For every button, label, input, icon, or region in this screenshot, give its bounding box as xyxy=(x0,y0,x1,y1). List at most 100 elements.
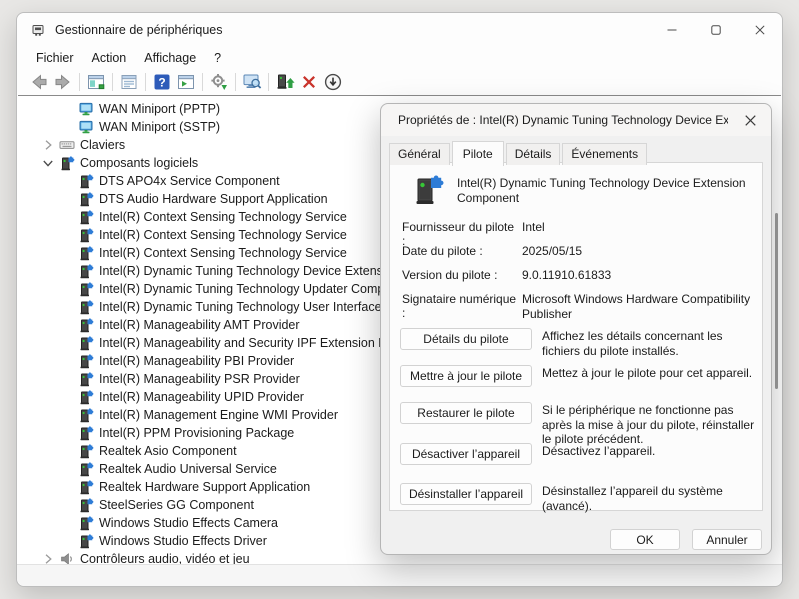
software-component-icon xyxy=(78,227,94,243)
tree-item-label: Contrôleurs audio, vidéo et jeu xyxy=(80,550,250,564)
disable-device-button[interactable]: Désactiver l’appareil xyxy=(400,443,532,465)
toolbar-separator xyxy=(235,73,236,91)
chevron-spacer xyxy=(59,227,75,243)
tree-item-label: Intel(R) Manageability and Security IPF … xyxy=(99,334,425,352)
software-component-icon xyxy=(78,353,94,369)
tree-item-label: Intel(R) Context Sensing Technology Serv… xyxy=(99,226,347,244)
scan-hardware-changes-icon xyxy=(242,72,262,92)
export-list-button[interactable] xyxy=(207,71,231,93)
rollback-driver-button[interactable]: Restaurer le pilote xyxy=(400,402,532,424)
tree-item-label: Realtek Asio Component xyxy=(99,442,237,460)
toolbar-separator xyxy=(202,73,203,91)
field-value: Microsoft Windows Hardware Compatibility… xyxy=(522,292,760,322)
chevron-spacer xyxy=(59,353,75,369)
back-button[interactable] xyxy=(27,71,51,93)
action-description: Affichez les détails concernant les fich… xyxy=(542,329,762,358)
software-component-icon xyxy=(78,479,94,495)
software-component-icon xyxy=(78,533,94,549)
field-label: Date du pilote : xyxy=(402,244,520,258)
tree-item-label: Intel(R) Context Sensing Technology Serv… xyxy=(99,208,347,226)
tree-item-label: Intel(R) Dynamic Tuning Technology Updat… xyxy=(99,280,416,298)
scan-hardware-changes-button[interactable] xyxy=(240,71,264,93)
ok-button[interactable]: OK xyxy=(610,529,680,550)
chevron-spacer xyxy=(59,317,75,333)
tree-item-label: DTS APO4x Service Component xyxy=(99,172,280,190)
tab-pilote[interactable]: Pilote xyxy=(452,141,504,166)
field-value: 9.0.11910.61833 xyxy=(522,268,760,283)
chevron-spacer xyxy=(59,407,75,423)
tab-page: Intel(R) Dynamic Tuning Technology Devic… xyxy=(389,162,763,511)
software-component-icon xyxy=(78,389,94,405)
software-component-icon xyxy=(78,299,94,315)
chevron-spacer xyxy=(59,497,75,513)
menu-item-affichage[interactable]: Affichage xyxy=(135,48,205,69)
chevron-right-icon[interactable] xyxy=(40,551,56,564)
close-button[interactable] xyxy=(738,13,782,47)
tree-scrollbar-thumb[interactable] xyxy=(775,213,778,389)
tab-general[interactable]: Général xyxy=(389,143,450,165)
tree-item-label: Realtek Hardware Support Application xyxy=(99,478,310,496)
chevron-right-icon[interactable] xyxy=(40,137,56,153)
tree-item-label: Intel(R) Manageability UPID Provider xyxy=(99,388,304,406)
tab-details[interactable]: Détails xyxy=(506,143,561,165)
action-description: Mettez à jour le pilote pour cet apparei… xyxy=(542,366,762,381)
tab-evenements[interactable]: Événements xyxy=(562,143,647,165)
action-description: Désinstallez l’appareil du système (avan… xyxy=(542,484,762,513)
software-component-icon xyxy=(78,317,94,333)
forward-button[interactable] xyxy=(51,71,75,93)
tree-item-label: WAN Miniport (PPTP) xyxy=(99,100,220,118)
tree-item-label: SteelSeries GG Component xyxy=(99,496,254,514)
action-description: Désactivez l’appareil. xyxy=(542,444,762,459)
dialog-close-button[interactable] xyxy=(729,104,771,136)
chevron-down-icon[interactable] xyxy=(40,155,56,171)
chevron-spacer xyxy=(59,533,75,549)
dialog-title: Propriétés de : Intel(R) Dynamic Tuning … xyxy=(398,113,728,127)
menu-item-fichier[interactable]: Fichier xyxy=(27,48,83,69)
close-icon xyxy=(754,24,766,36)
tree-item-label: Claviers xyxy=(80,136,125,154)
tree-item-label: DTS Audio Hardware Support Application xyxy=(99,190,328,208)
field-label: Version du pilote : xyxy=(402,268,520,282)
dialog-tabs: GénéralPiloteDétailsÉvénements xyxy=(389,140,649,165)
driver-details-button[interactable]: Détails du pilote xyxy=(400,328,532,350)
menu-item-aide[interactable]: ? xyxy=(205,48,230,69)
tree-item-label: Intel(R) Manageability PSR Provider xyxy=(99,370,300,388)
audio-icon xyxy=(59,551,75,564)
uninstall-device-button[interactable] xyxy=(297,71,321,93)
chevron-spacer xyxy=(59,371,75,387)
console-tree-button[interactable] xyxy=(84,71,108,93)
minimize-button[interactable] xyxy=(650,13,694,47)
dialog-title-bar: Propriétés de : Intel(R) Dynamic Tuning … xyxy=(381,104,771,136)
help-button[interactable]: ? xyxy=(150,71,174,93)
update-driver-icon xyxy=(275,72,295,92)
toolbar-separator xyxy=(112,73,113,91)
software-component-icon xyxy=(59,155,75,171)
toolbar: ? xyxy=(17,69,782,95)
chevron-spacer xyxy=(59,209,75,225)
action-pane-button[interactable] xyxy=(174,71,198,93)
device-name: Intel(R) Dynamic Tuning Technology Devic… xyxy=(457,174,767,206)
software-component-icon xyxy=(78,461,94,477)
tree-item-label: Intel(R) PPM Provisioning Package xyxy=(99,424,294,442)
update-driver-button[interactable]: Mettre à jour le pilote xyxy=(400,365,532,387)
disable-device-icon xyxy=(323,72,343,92)
tree-item-label: Realtek Audio Universal Service xyxy=(99,460,277,478)
svg-text:?: ? xyxy=(158,76,165,90)
maximize-button[interactable] xyxy=(694,13,738,47)
field-value: Intel xyxy=(522,220,760,235)
status-bar xyxy=(17,564,782,586)
cancel-button[interactable]: Annuler xyxy=(692,529,762,550)
chevron-spacer xyxy=(59,299,75,315)
toolbar-separator xyxy=(145,73,146,91)
properties-button[interactable] xyxy=(117,71,141,93)
uninstall-device-button[interactable]: Désinstaller l’appareil xyxy=(400,483,532,505)
update-driver-button[interactable] xyxy=(273,71,297,93)
action-description: Si le périphérique ne fonctionne pas apr… xyxy=(542,403,762,447)
menu-item-action[interactable]: Action xyxy=(83,48,136,69)
chevron-spacer xyxy=(59,425,75,441)
tree-item-label: Intel(R) Manageability AMT Provider xyxy=(99,316,300,334)
software-component-icon xyxy=(78,263,94,279)
disable-device-button[interactable] xyxy=(321,71,345,93)
chevron-spacer xyxy=(59,263,75,279)
chevron-spacer xyxy=(59,389,75,405)
